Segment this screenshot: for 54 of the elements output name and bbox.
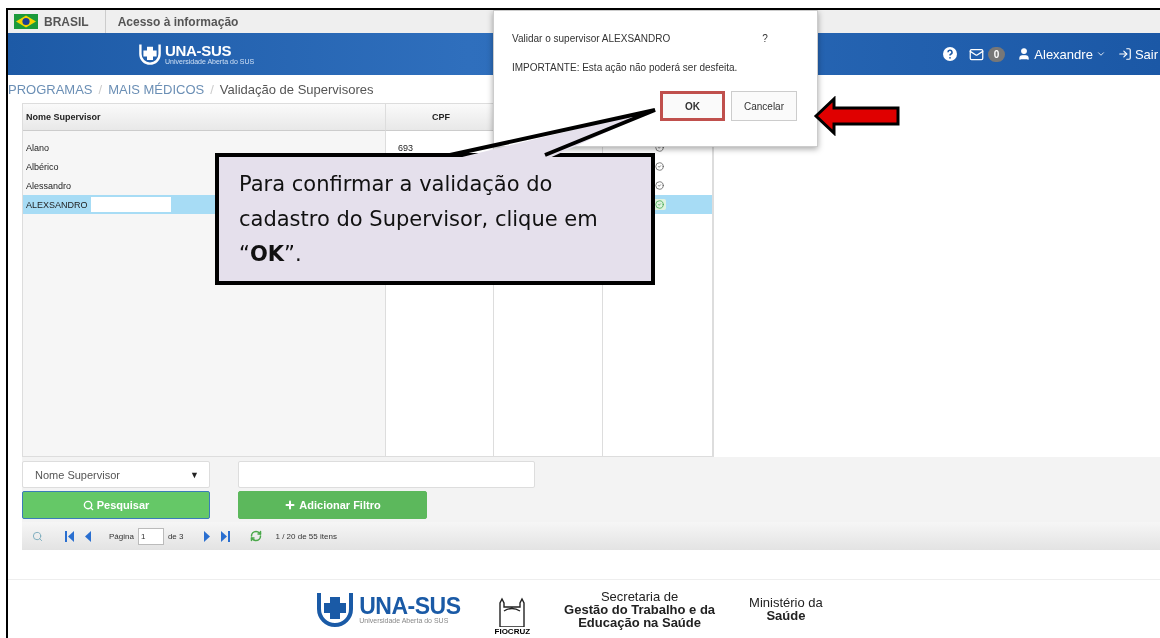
breadcrumb-item: Validação de Supervisores bbox=[219, 81, 374, 97]
page-count: de 3 bbox=[167, 531, 184, 541]
footer-logo-text: UNA-SUS bbox=[359, 594, 461, 617]
user-icon bbox=[1017, 47, 1032, 61]
secretaria-label: Gestão do Trabalho e da bbox=[564, 602, 716, 616]
filter-input[interactable] bbox=[238, 461, 535, 488]
breadcrumb-item[interactable]: MAIS MÉDICOS bbox=[108, 81, 205, 97]
page-input[interactable]: 1 bbox=[137, 527, 164, 545]
ministerio-label: Ministério da bbox=[749, 596, 823, 609]
cancel-button[interactable]: Cancelar bbox=[730, 91, 797, 121]
search-label: Pesquisar bbox=[96, 499, 150, 511]
next-page-icon[interactable] bbox=[203, 530, 210, 542]
caret-icon bbox=[1095, 49, 1106, 59]
plus-icon bbox=[284, 499, 297, 511]
logout-link[interactable]: Sair bbox=[1117, 46, 1158, 62]
page-label: Página bbox=[109, 531, 134, 541]
table-cell[interactable]: Alano bbox=[23, 138, 385, 157]
country-label[interactable]: BRASIL bbox=[44, 14, 89, 29]
dialog-question-mark: ? bbox=[762, 33, 768, 44]
last-page-icon[interactable] bbox=[219, 530, 230, 542]
check-icon[interactable] bbox=[652, 161, 666, 172]
first-page-icon[interactable] bbox=[65, 530, 75, 542]
logo-text: UNA-SUS bbox=[165, 42, 233, 58]
refresh-icon[interactable] bbox=[249, 530, 262, 542]
filter-select[interactable]: Nome Supervisor ▼ bbox=[22, 461, 210, 488]
breadcrumb-separator: / bbox=[210, 81, 214, 97]
user-name: Alexandre bbox=[1034, 46, 1093, 62]
dropdown-arrow: ▼ bbox=[190, 469, 199, 480]
user-menu[interactable]: Alexandre bbox=[1017, 46, 1106, 62]
column-header[interactable]: CPF bbox=[386, 104, 494, 131]
secretaria-label: Secretaria de bbox=[600, 589, 679, 603]
dialog-question: Validar o supervisor ALEXSANDRO bbox=[512, 33, 671, 44]
dialog-warning: IMPORTANTE: Esta ação não poderá ser desfeita. bbox=[512, 62, 739, 73]
logout-label: Sair bbox=[1134, 46, 1158, 62]
fiocruz-label: FIOCRUZ bbox=[494, 626, 531, 636]
ministerio-label: Saúde bbox=[766, 609, 806, 622]
previous-page-icon[interactable] bbox=[85, 530, 91, 542]
table-cell-text: 693 bbox=[397, 141, 415, 155]
add-filter-label: Adicionar Filtro bbox=[299, 499, 381, 511]
flag-icon bbox=[14, 14, 38, 29]
check-icon[interactable] bbox=[652, 180, 666, 191]
logout-icon bbox=[1117, 47, 1132, 61]
access-link[interactable]: Acesso à informação bbox=[117, 14, 239, 29]
message-count: 0 bbox=[987, 46, 1006, 62]
logo-icon bbox=[138, 42, 162, 66]
mail-icon[interactable] bbox=[968, 46, 984, 62]
help-icon[interactable] bbox=[942, 47, 957, 61]
search-icon bbox=[82, 499, 94, 511]
secretaria-label: Educação na Saúde bbox=[578, 615, 701, 629]
column-header[interactable]: Nome Supervisor bbox=[23, 104, 386, 131]
items-summary: 1 / 20 de 55 itens bbox=[275, 531, 337, 541]
building-icon bbox=[497, 596, 528, 627]
ok-button[interactable]: OK bbox=[659, 91, 725, 121]
breadcrumb-separator: / bbox=[98, 81, 103, 97]
